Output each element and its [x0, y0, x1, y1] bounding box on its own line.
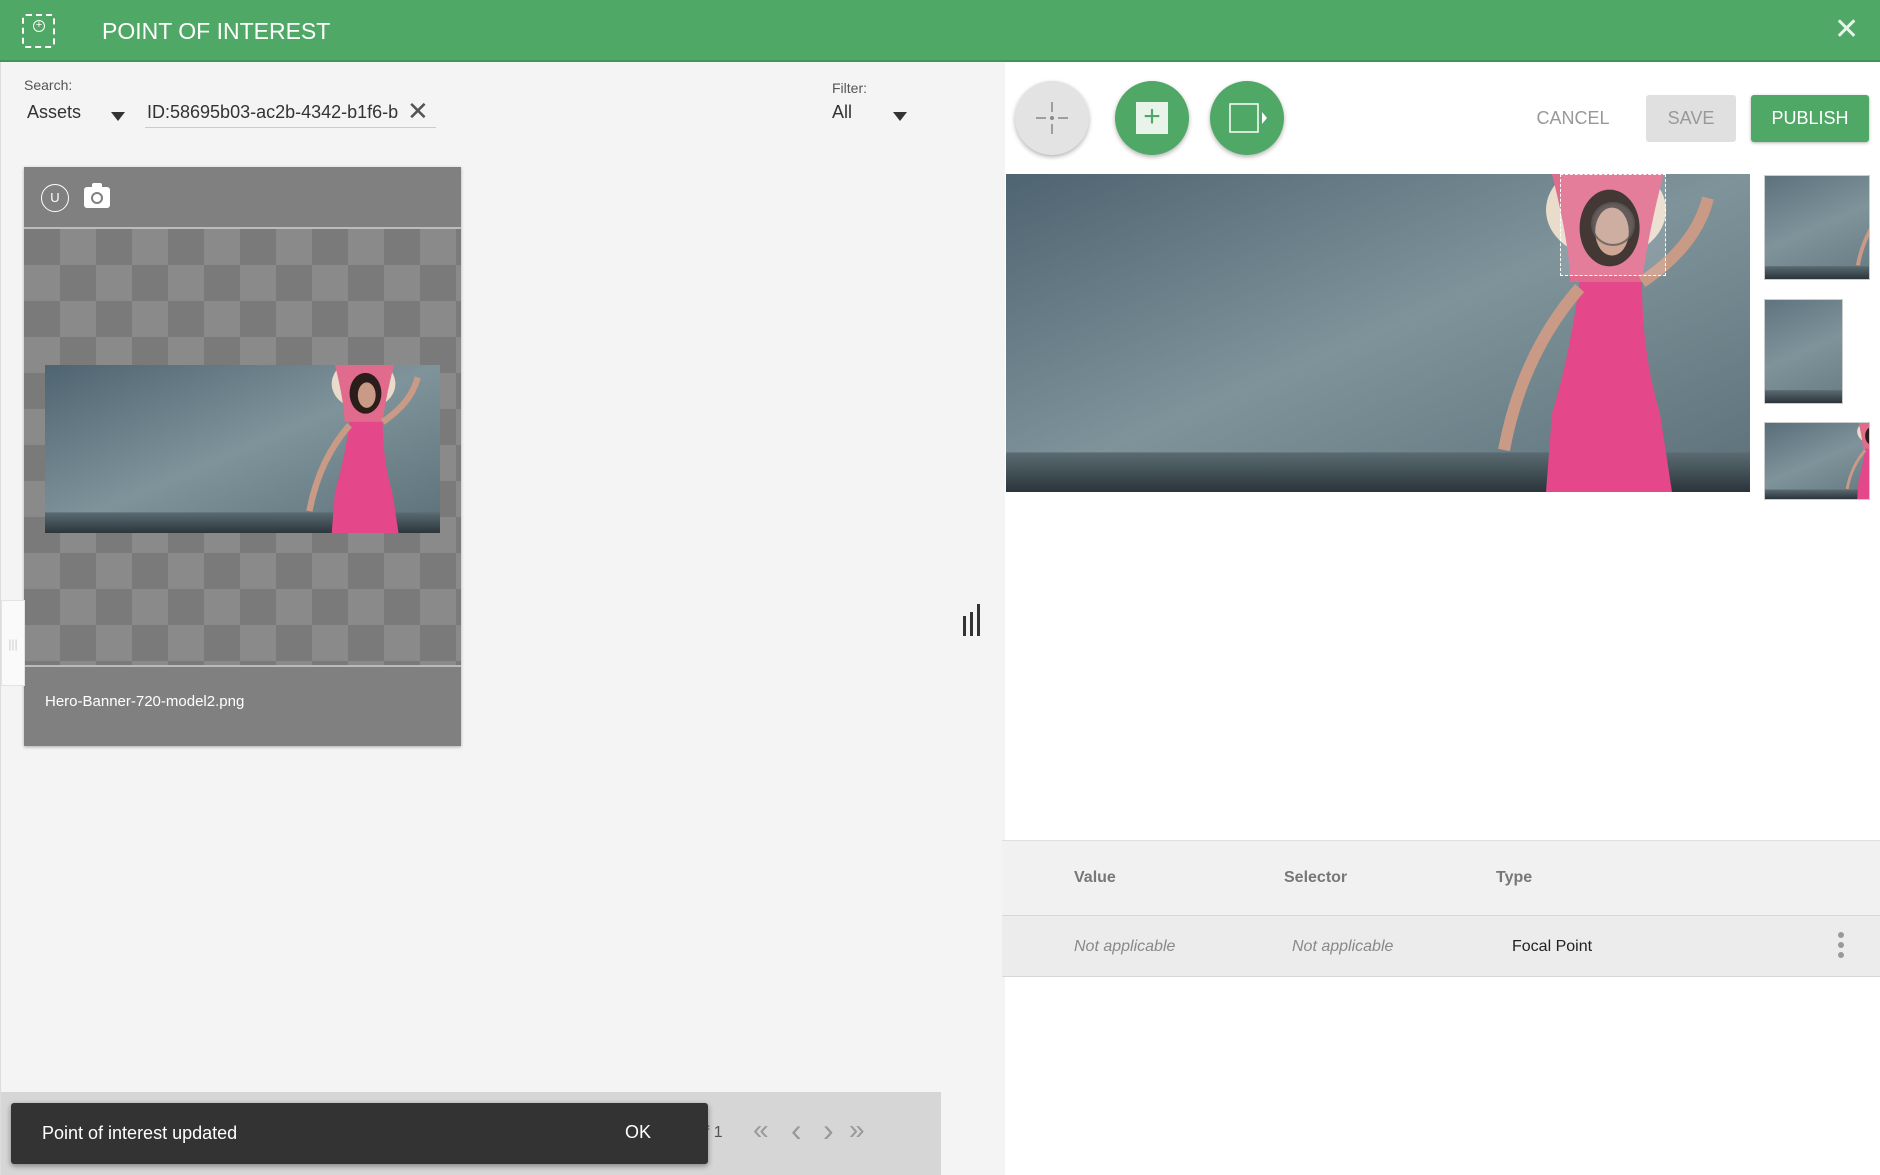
table-header: Value Selector Type: [1002, 840, 1880, 915]
filter-select[interactable]: All: [832, 102, 912, 130]
camera-icon[interactable]: [84, 183, 110, 208]
publish-button[interactable]: PUBLISH: [1751, 95, 1869, 142]
badge-u: U: [41, 184, 69, 212]
row-menu-icon[interactable]: [1838, 932, 1846, 958]
preview-thumbnail-wide[interactable]: [1764, 175, 1870, 280]
snackbar-ok-button[interactable]: OK: [625, 1122, 651, 1143]
focal-point-icon: +: [22, 14, 55, 48]
clear-search-icon[interactable]: ✕: [407, 96, 429, 127]
panel-resize-handle-icon[interactable]: [963, 604, 987, 636]
search-label: Search:: [24, 77, 73, 93]
preview-thumbnail-landscape[interactable]: [1764, 422, 1870, 500]
column-header-type[interactable]: Type: [1496, 869, 1532, 887]
points-table: Value Selector Type Not applicable Not a…: [1002, 840, 1880, 977]
asset-card-header: U: [24, 167, 461, 229]
asset-filename: Hero-Banner-720-model2.png: [45, 693, 245, 710]
filter-value: All: [832, 102, 853, 122]
chevron-down-icon: [893, 112, 907, 121]
cell-type: Focal Point: [1512, 938, 1593, 955]
table-row[interactable]: Not applicable Not applicable Focal Poin…: [1002, 915, 1880, 977]
prev-page-button[interactable]: ‹: [791, 1112, 802, 1149]
save-button[interactable]: SAVE: [1646, 95, 1736, 142]
cancel-button[interactable]: CANCEL: [1520, 95, 1626, 142]
focal-point-marker[interactable]: [1591, 202, 1635, 246]
crop-rect-icon: [1210, 81, 1284, 155]
column-header-value[interactable]: Value: [1074, 869, 1116, 887]
plus-icon: +: [1115, 81, 1189, 155]
snackbar: Point of interest updated OK: [11, 1103, 708, 1164]
search-input-value: ID:58695b03-ac2b-4342-b1f6-b: [147, 102, 399, 122]
search-scope-value: Assets: [27, 102, 82, 122]
filter-label: Filter:: [832, 80, 867, 96]
last-page-button[interactable]: »: [849, 1114, 865, 1146]
asset-preview: [24, 229, 461, 667]
crosshair-icon: [1015, 81, 1089, 155]
asset-browser-panel: Search: Assets ID:58695b03-ac2b-4342-b1f…: [0, 62, 1005, 1175]
focal-tool-button[interactable]: [1015, 81, 1089, 155]
app-header: + POINT OF INTEREST ✕: [0, 0, 1880, 62]
asset-thumbnail-image: [45, 365, 440, 533]
asset-card[interactable]: U Hero-Banner-720-model2.png: [24, 167, 461, 746]
search-scope-select[interactable]: Assets: [27, 102, 127, 130]
crop-tool-button[interactable]: [1210, 81, 1284, 155]
main-image-canvas[interactable]: [1006, 174, 1750, 492]
column-header-selector[interactable]: Selector: [1284, 869, 1347, 887]
page-title: POINT OF INTEREST: [102, 18, 331, 44]
close-icon[interactable]: ✕: [1834, 13, 1859, 47]
cell-selector: Not applicable: [1292, 938, 1394, 955]
next-page-button[interactable]: ›: [823, 1112, 834, 1149]
cell-value: Not applicable: [1074, 938, 1176, 955]
snackbar-message: Point of interest updated: [42, 1123, 238, 1143]
search-input[interactable]: ID:58695b03-ac2b-4342-b1f6-b ✕: [145, 96, 436, 128]
chevron-down-icon: [111, 112, 125, 121]
preview-thumbnail-portrait[interactable]: [1764, 299, 1843, 404]
add-point-button[interactable]: +: [1115, 81, 1189, 155]
sidebar-collapse-handle[interactable]: |||: [1, 600, 25, 686]
first-page-button[interactable]: «: [753, 1114, 769, 1146]
